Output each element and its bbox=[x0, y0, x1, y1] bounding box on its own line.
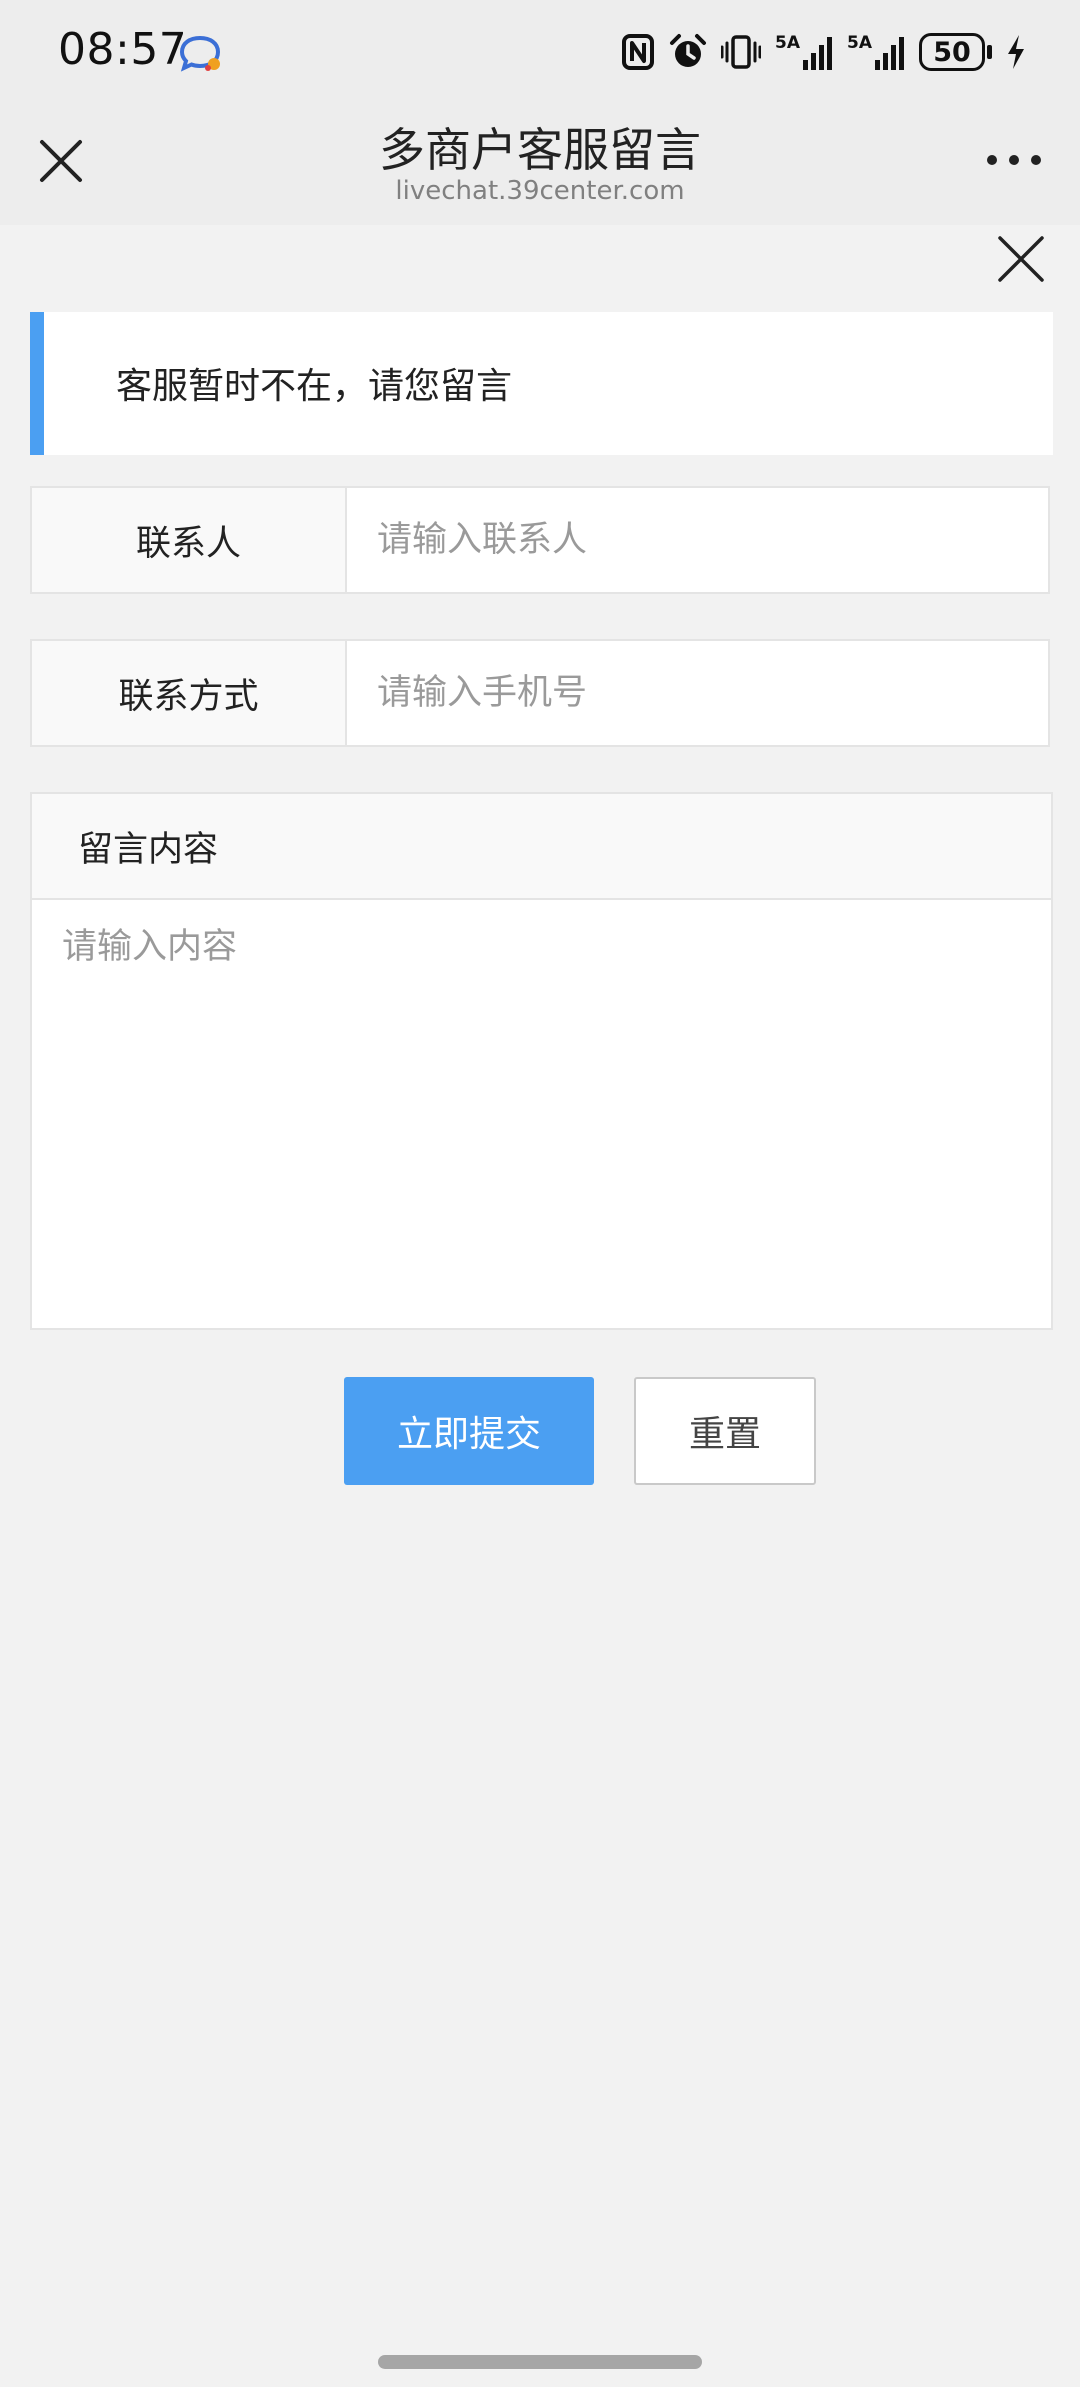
notice-banner: 客服暂时不在，请您留言 bbox=[30, 312, 1053, 455]
cellular-signal-2: 5A bbox=[847, 32, 905, 70]
page-url: livechat.39center.com bbox=[395, 176, 685, 206]
signal-bars-2-icon bbox=[875, 36, 904, 70]
contact-name-label: 联系人 bbox=[32, 488, 347, 592]
battery-level: 50 bbox=[933, 36, 971, 68]
contact-method-input[interactable] bbox=[347, 641, 1048, 745]
charging-icon bbox=[1008, 35, 1024, 69]
contact-method-row: 联系方式 bbox=[30, 639, 1050, 747]
vibrate-icon bbox=[721, 35, 761, 69]
signal-bars-1-icon bbox=[803, 36, 832, 70]
nfc-icon bbox=[622, 34, 654, 70]
cellular-signal-1: 5A bbox=[775, 32, 833, 70]
signal-label-1: 5A bbox=[775, 32, 800, 53]
page-title: 多商户客服留言 bbox=[379, 123, 701, 177]
battery-group: 50 bbox=[919, 33, 992, 71]
signal-label-2: 5A bbox=[847, 32, 872, 53]
nav-bar: 多商户客服留言 livechat.39center.com bbox=[0, 100, 1080, 225]
contact-name-row: 联系人 bbox=[30, 486, 1050, 594]
message-box: 留言内容 bbox=[30, 792, 1053, 1330]
battery-nub bbox=[987, 45, 992, 59]
battery-icon: 50 bbox=[919, 33, 985, 71]
notice-text: 客服暂时不在，请您留言 bbox=[116, 366, 513, 407]
contact-method-label: 联系方式 bbox=[32, 641, 347, 745]
message-textarea[interactable] bbox=[32, 900, 1051, 1328]
status-icons: 5A 5A 50 bbox=[621, 28, 1026, 76]
alarm-icon bbox=[670, 34, 706, 67]
home-indicator[interactable] bbox=[378, 2355, 702, 2369]
panel-close-icon[interactable] bbox=[994, 232, 1048, 286]
message-label: 留言内容 bbox=[32, 794, 1051, 900]
close-icon[interactable] bbox=[36, 136, 86, 186]
contact-name-input[interactable] bbox=[347, 488, 1048, 592]
submit-button[interactable]: 立即提交 bbox=[344, 1377, 594, 1485]
status-time: 08:57 bbox=[58, 24, 188, 75]
status-bar: 08:57 5A 5A 50 bbox=[0, 0, 1080, 100]
chat-bubble-icon bbox=[179, 35, 221, 72]
more-icon[interactable] bbox=[984, 148, 1044, 172]
reset-button[interactable]: 重置 bbox=[634, 1377, 816, 1485]
